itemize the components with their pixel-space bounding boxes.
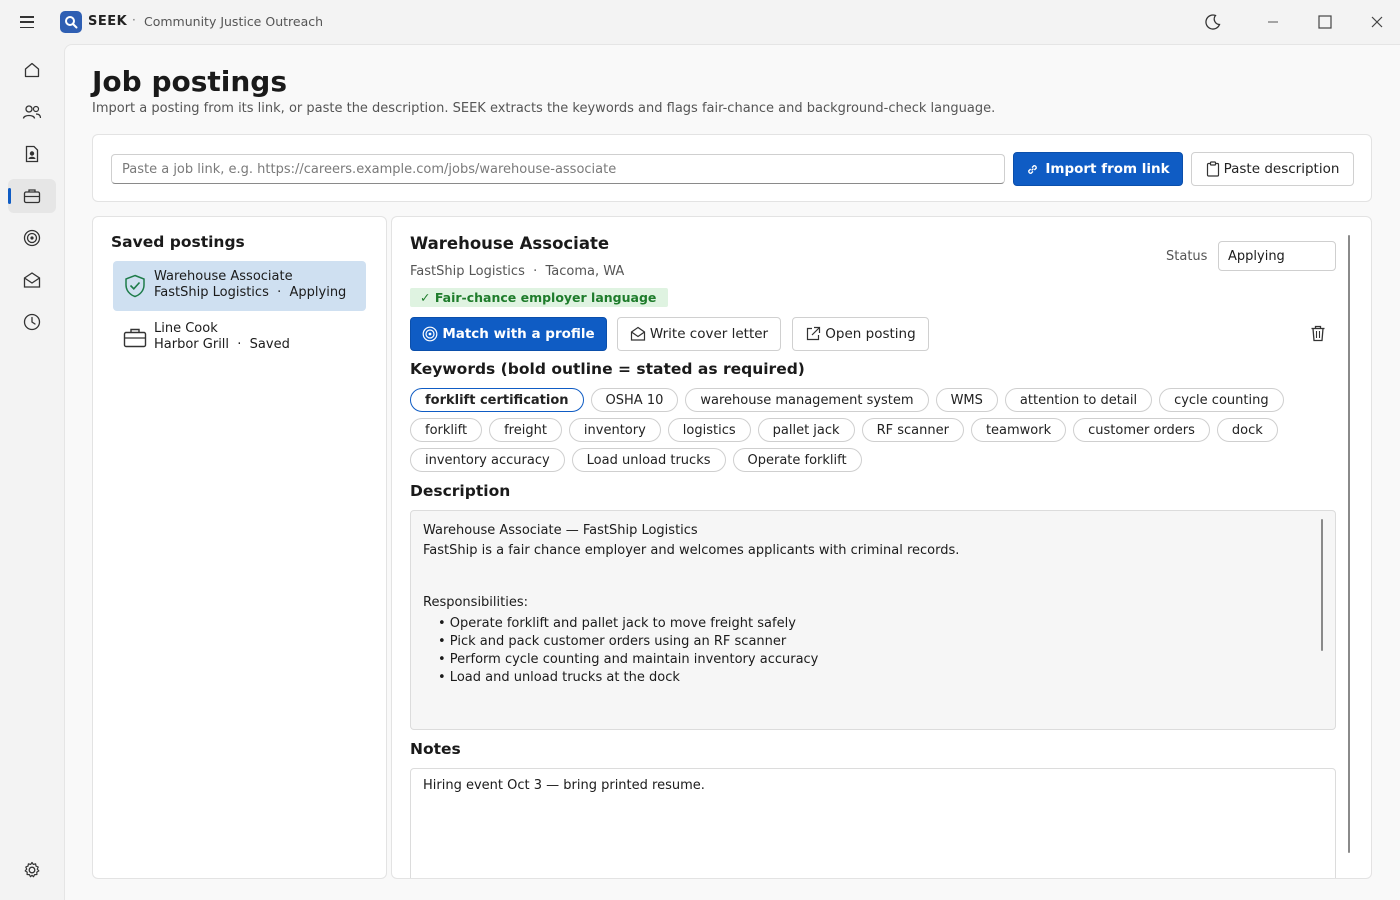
external-link-icon xyxy=(807,326,821,341)
saved-posting-meta: Harbor Grill · Saved xyxy=(154,337,290,352)
keyword-chip[interactable]: attention to detail xyxy=(1004,388,1153,412)
description-title: Description xyxy=(410,482,511,500)
paste-button-label: Paste description xyxy=(1223,161,1340,177)
organization-name: Community Justice Outreach xyxy=(144,14,324,29)
briefcase-jobs-icon[interactable] xyxy=(8,179,56,213)
keyword-chip[interactable]: teamwork xyxy=(970,418,1067,442)
keyword-chip[interactable]: WMS xyxy=(935,388,998,412)
responsibilities-list: • Operate forklift and pallet jack to mo… xyxy=(438,615,818,687)
title-bar: SEEK · Community Justice Outreach xyxy=(0,0,1400,44)
trash-delete-icon[interactable] xyxy=(1307,322,1329,344)
open-posting-button[interactable]: Open posting xyxy=(792,317,929,351)
target-icon[interactable] xyxy=(8,221,56,255)
import-button-label: Import from link xyxy=(1045,161,1170,177)
navigation-rail xyxy=(0,44,64,900)
shield-check-icon xyxy=(122,273,148,299)
title-separator: · xyxy=(132,13,136,27)
fair-chance-badge: ✓ Fair-chance employer language xyxy=(410,288,669,307)
match-with-profile-button[interactable]: Match with a profile xyxy=(410,317,607,351)
seek-logo-icon xyxy=(60,11,82,33)
app-name: SEEK xyxy=(88,14,128,29)
status-value: Applying xyxy=(1228,248,1285,264)
keyword-chip[interactable]: customer orders xyxy=(1073,418,1210,442)
job-link-input[interactable] xyxy=(111,154,1005,184)
description-scrollbar[interactable] xyxy=(1321,519,1323,651)
keyword-row: forklift certification OSHA 10 warehouse m… xyxy=(410,388,1310,412)
match-button-label: Match with a profile xyxy=(442,326,595,342)
responsibilities-label: Responsibilities: xyxy=(423,595,528,610)
posting-detail-panel: Warehouse Associate FastShip Logistics ·… xyxy=(391,216,1372,879)
saved-postings-panel: Saved postings Warehouse Associate FastS… xyxy=(92,216,387,879)
link-icon xyxy=(1028,164,1038,174)
job-company-location: FastShip Logistics · Tacoma, WA xyxy=(410,264,625,279)
keyword-chip[interactable]: forklift certification xyxy=(410,388,584,412)
responsibility-item: • Load and unload trucks at the dock xyxy=(438,670,680,685)
saved-posting-title: Warehouse Associate xyxy=(154,269,293,284)
home-icon[interactable] xyxy=(8,53,56,87)
paste-description-button[interactable]: Paste description xyxy=(1191,152,1354,186)
notes-title: Notes xyxy=(410,740,461,758)
description-text: Warehouse Associate — FastShip Logistics… xyxy=(423,521,959,561)
briefcase-icon xyxy=(122,325,148,351)
keyword-chip[interactable]: Operate forklift xyxy=(732,448,862,472)
hamburger-menu-icon[interactable] xyxy=(18,14,36,30)
description-line: Warehouse Associate — FastShip Logistics xyxy=(423,523,698,538)
responsibility-item: • Operate forklift and pallet jack to mo… xyxy=(438,616,796,631)
people-icon[interactable] xyxy=(8,95,56,129)
keyword-chip[interactable]: pallet jack xyxy=(757,418,855,442)
keyword-chip[interactable]: Load unload trucks xyxy=(571,448,726,472)
saved-posting-item[interactable]: Warehouse Associate FastShip Logistics ·… xyxy=(113,261,366,311)
main-content: Job postings Import a posting from its l… xyxy=(64,44,1400,900)
keyword-chip[interactable]: inventory accuracy xyxy=(410,448,565,472)
description-textarea[interactable]: Warehouse Associate — FastShip Logistics… xyxy=(410,510,1336,730)
maximize-icon[interactable] xyxy=(1313,10,1337,34)
description-line: FastShip is a fair chance employer and w… xyxy=(423,543,960,558)
envelope-icon xyxy=(630,326,645,341)
notes-text: Hiring event Oct 3 — bring printed resum… xyxy=(423,778,705,793)
target-icon xyxy=(422,326,438,342)
saved-posting-meta: FastShip Logistics · Applying xyxy=(154,285,347,300)
saved-posting-title: Line Cook xyxy=(154,321,218,336)
page-title: Job postings xyxy=(92,65,288,98)
keyword-chips: forklift certification OSHA 10 warehouse m… xyxy=(410,388,1310,478)
close-icon[interactable] xyxy=(1365,10,1389,34)
history-clock-icon[interactable] xyxy=(8,305,56,339)
import-from-link-button[interactable]: Import from link xyxy=(1013,152,1183,186)
keyword-chip[interactable]: cycle counting xyxy=(1159,388,1284,412)
keyword-chip[interactable]: forklift xyxy=(410,418,483,442)
minimize-icon[interactable] xyxy=(1261,10,1285,34)
clipboard-icon xyxy=(1206,161,1219,177)
cover-letter-button-label: Write cover letter xyxy=(649,326,769,342)
profile-document-icon[interactable] xyxy=(8,137,56,171)
saved-posting-item[interactable]: Line Cook Harbor Grill · Saved xyxy=(113,313,366,363)
keyword-chip[interactable]: freight xyxy=(489,418,562,442)
page-subtitle: Import a posting from its link, or paste… xyxy=(92,101,996,116)
settings-gear-icon[interactable] xyxy=(8,853,56,887)
keyword-chip[interactable]: inventory xyxy=(568,418,661,442)
import-card: Import from link Paste description xyxy=(92,134,1372,202)
detail-scrollbar[interactable] xyxy=(1348,235,1350,853)
dark-mode-moon-icon[interactable] xyxy=(1201,10,1225,34)
keyword-row: inventory accuracy Load unload trucks Oper… xyxy=(410,448,1310,472)
keywords-title: Keywords (bold outline = stated as requi… xyxy=(410,360,805,378)
status-select[interactable]: Applying xyxy=(1218,241,1336,271)
keyword-chip[interactable]: dock xyxy=(1216,418,1278,442)
responsibility-item: • Pick and pack customer orders using an… xyxy=(438,634,787,649)
responsibility-item: • Perform cycle counting and maintain in… xyxy=(438,652,819,667)
job-title: Warehouse Associate xyxy=(410,234,610,253)
keyword-chip[interactable]: logistics xyxy=(667,418,751,442)
keyword-chip[interactable]: warehouse management system xyxy=(685,388,929,412)
saved-postings-title: Saved postings xyxy=(111,233,245,251)
keyword-chip[interactable]: RF scanner xyxy=(861,418,964,442)
status-label: Status xyxy=(1166,249,1208,264)
mail-icon[interactable] xyxy=(8,263,56,297)
open-posting-button-label: Open posting xyxy=(825,326,916,342)
keyword-chip[interactable]: OSHA 10 xyxy=(590,388,679,412)
write-cover-letter-button[interactable]: Write cover letter xyxy=(617,317,781,351)
notes-textarea[interactable]: Hiring event Oct 3 — bring printed resum… xyxy=(410,768,1336,878)
keyword-row: forklift freight inventory logistics pallet … xyxy=(410,418,1310,442)
